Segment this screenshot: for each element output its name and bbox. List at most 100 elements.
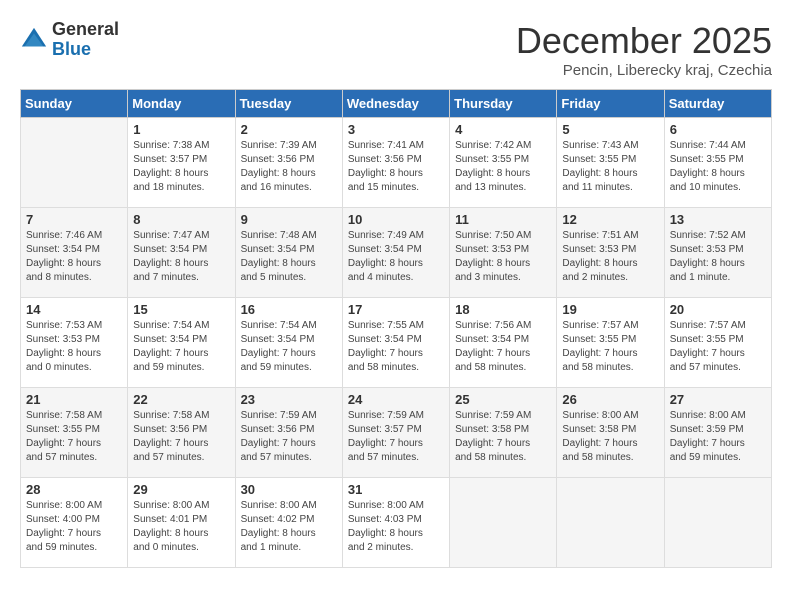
calendar-week-row: 1 Sunrise: 7:38 AM Sunset: 3:57 PM Daylig… [21,118,772,208]
location-subtitle: Pencin, Liberecky kraj, Czechia [516,62,772,79]
logo-icon [20,26,48,54]
day-number: 25 [455,392,551,407]
day-number: 9 [241,212,337,227]
calendar-cell: 4 Sunrise: 7:42 AM Sunset: 3:55 PM Daylig… [450,118,557,208]
day-info: Sunrise: 7:59 AM Sunset: 3:56 PM Dayligh… [241,409,337,465]
day-info: Sunrise: 7:57 AM Sunset: 3:55 PM Dayligh… [562,319,658,375]
day-info: Sunrise: 8:00 AM Sunset: 4:03 PM Dayligh… [348,499,444,555]
weekday-header: Sunday [21,90,128,118]
weekday-header: Friday [557,90,664,118]
calendar-cell: 15 Sunrise: 7:54 AM Sunset: 3:54 PM Dayli… [128,298,235,388]
day-info: Sunrise: 7:59 AM Sunset: 3:58 PM Dayligh… [455,409,551,465]
calendar-cell [450,478,557,568]
day-info: Sunrise: 8:00 AM Sunset: 4:00 PM Dayligh… [26,499,122,555]
day-info: Sunrise: 7:54 AM Sunset: 3:54 PM Dayligh… [133,319,229,375]
calendar-table: SundayMondayTuesdayWednesdayThursdayFrid… [20,89,772,568]
calendar-cell: 21 Sunrise: 7:58 AM Sunset: 3:55 PM Dayli… [21,388,128,478]
day-info: Sunrise: 7:42 AM Sunset: 3:55 PM Dayligh… [455,139,551,195]
day-number: 15 [133,302,229,317]
calendar-cell [557,478,664,568]
calendar-cell: 6 Sunrise: 7:44 AM Sunset: 3:55 PM Daylig… [664,118,771,208]
day-number: 30 [241,482,337,497]
calendar-week-row: 21 Sunrise: 7:58 AM Sunset: 3:55 PM Dayli… [21,388,772,478]
day-number: 6 [670,122,766,137]
calendar-cell: 19Sunrise: 7:57 AM Sunset: 3:55 PM Dayli… [557,298,664,388]
logo: General Blue [20,20,119,60]
day-number: 21 [26,392,122,407]
day-number: 22 [133,392,229,407]
day-info: Sunrise: 7:44 AM Sunset: 3:55 PM Dayligh… [670,139,766,195]
day-info: Sunrise: 8:00 AM Sunset: 4:02 PM Dayligh… [241,499,337,555]
calendar-cell: 1 Sunrise: 7:38 AM Sunset: 3:57 PM Daylig… [128,118,235,208]
day-info: Sunrise: 7:46 AM Sunset: 3:54 PM Dayligh… [26,229,122,285]
day-number: 28 [26,482,122,497]
calendar-cell: 24 Sunrise: 7:59 AM Sunset: 3:57 PM Dayli… [342,388,449,478]
day-number: 16 [241,302,337,317]
day-number: 14 [26,302,122,317]
day-number: 31 [348,482,444,497]
calendar-week-row: 7 Sunrise: 7:46 AM Sunset: 3:54 PM Daylig… [21,208,772,298]
calendar-week-row: 28 Sunrise: 8:00 AM Sunset: 4:00 PM Dayli… [21,478,772,568]
day-info: Sunrise: 7:51 AM Sunset: 3:53 PM Dayligh… [562,229,658,285]
calendar-cell: 28 Sunrise: 8:00 AM Sunset: 4:00 PM Dayli… [21,478,128,568]
day-info: Sunrise: 7:52 AM Sunset: 3:53 PM Dayligh… [670,229,766,285]
day-number: 18 [455,302,551,317]
day-info: Sunrise: 7:50 AM Sunset: 3:53 PM Dayligh… [455,229,551,285]
day-info: Sunrise: 7:39 AM Sunset: 3:56 PM Dayligh… [241,139,337,195]
calendar-cell: 9 Sunrise: 7:48 AM Sunset: 3:54 PM Daylig… [235,208,342,298]
calendar-cell [664,478,771,568]
calendar-cell: 23 Sunrise: 7:59 AM Sunset: 3:56 PM Dayli… [235,388,342,478]
day-info: Sunrise: 8:00 AM Sunset: 3:58 PM Dayligh… [562,409,658,465]
weekday-header: Tuesday [235,90,342,118]
day-number: 29 [133,482,229,497]
day-info: Sunrise: 7:54 AM Sunset: 3:54 PM Dayligh… [241,319,337,375]
day-number: 13 [670,212,766,227]
day-info: Sunrise: 7:47 AM Sunset: 3:54 PM Dayligh… [133,229,229,285]
calendar-cell: 29 Sunrise: 8:00 AM Sunset: 4:01 PM Dayli… [128,478,235,568]
logo-blue-text: Blue [52,40,119,60]
day-info: Sunrise: 8:00 AM Sunset: 4:01 PM Dayligh… [133,499,229,555]
calendar-header-row: SundayMondayTuesdayWednesdayThursdayFrid… [21,90,772,118]
weekday-header: Wednesday [342,90,449,118]
day-number: 5 [562,122,658,137]
day-info: Sunrise: 7:56 AM Sunset: 3:54 PM Dayligh… [455,319,551,375]
calendar-cell: 16 Sunrise: 7:54 AM Sunset: 3:54 PM Dayli… [235,298,342,388]
logo-general-text: General [52,20,119,40]
page-header: General Blue December 2025 Pencin, Liber… [20,20,772,79]
day-number: 3 [348,122,444,137]
day-number: 7 [26,212,122,227]
day-info: Sunrise: 7:41 AM Sunset: 3:56 PM Dayligh… [348,139,444,195]
day-number: 17 [348,302,444,317]
title-block: December 2025 Pencin, Liberecky kraj, Cz… [516,20,772,79]
day-info: Sunrise: 7:55 AM Sunset: 3:54 PM Dayligh… [348,319,444,375]
calendar-cell: 12Sunrise: 7:51 AM Sunset: 3:53 PM Dayli… [557,208,664,298]
calendar-cell: 17 Sunrise: 7:55 AM Sunset: 3:54 PM Dayli… [342,298,449,388]
calendar-cell: 14 Sunrise: 7:53 AM Sunset: 3:53 PM Dayli… [21,298,128,388]
calendar-cell: 26 Sunrise: 8:00 AM Sunset: 3:58 PM Dayli… [557,388,664,478]
calendar-cell: 2Sunrise: 7:39 AM Sunset: 3:56 PM Daylig… [235,118,342,208]
day-number: 4 [455,122,551,137]
day-info: Sunrise: 7:38 AM Sunset: 3:57 PM Dayligh… [133,139,229,195]
day-info: Sunrise: 8:00 AM Sunset: 3:59 PM Dayligh… [670,409,766,465]
day-number: 23 [241,392,337,407]
day-number: 26 [562,392,658,407]
day-info: Sunrise: 7:59 AM Sunset: 3:57 PM Dayligh… [348,409,444,465]
day-number: 1 [133,122,229,137]
weekday-header: Monday [128,90,235,118]
calendar-cell: 18 Sunrise: 7:56 AM Sunset: 3:54 PM Dayli… [450,298,557,388]
day-number: 20 [670,302,766,317]
day-number: 27 [670,392,766,407]
day-number: 11 [455,212,551,227]
calendar-week-row: 14 Sunrise: 7:53 AM Sunset: 3:53 PM Dayli… [21,298,772,388]
calendar-cell [21,118,128,208]
day-info: Sunrise: 7:58 AM Sunset: 3:55 PM Dayligh… [26,409,122,465]
day-number: 24 [348,392,444,407]
month-title: December 2025 [516,20,772,62]
calendar-cell: 22Sunrise: 7:58 AM Sunset: 3:56 PM Dayli… [128,388,235,478]
day-info: Sunrise: 7:48 AM Sunset: 3:54 PM Dayligh… [241,229,337,285]
calendar-cell: 11 Sunrise: 7:50 AM Sunset: 3:53 PM Dayli… [450,208,557,298]
calendar-cell: 27 Sunrise: 8:00 AM Sunset: 3:59 PM Dayli… [664,388,771,478]
day-info: Sunrise: 7:53 AM Sunset: 3:53 PM Dayligh… [26,319,122,375]
day-info: Sunrise: 7:57 AM Sunset: 3:55 PM Dayligh… [670,319,766,375]
day-info: Sunrise: 7:49 AM Sunset: 3:54 PM Dayligh… [348,229,444,285]
